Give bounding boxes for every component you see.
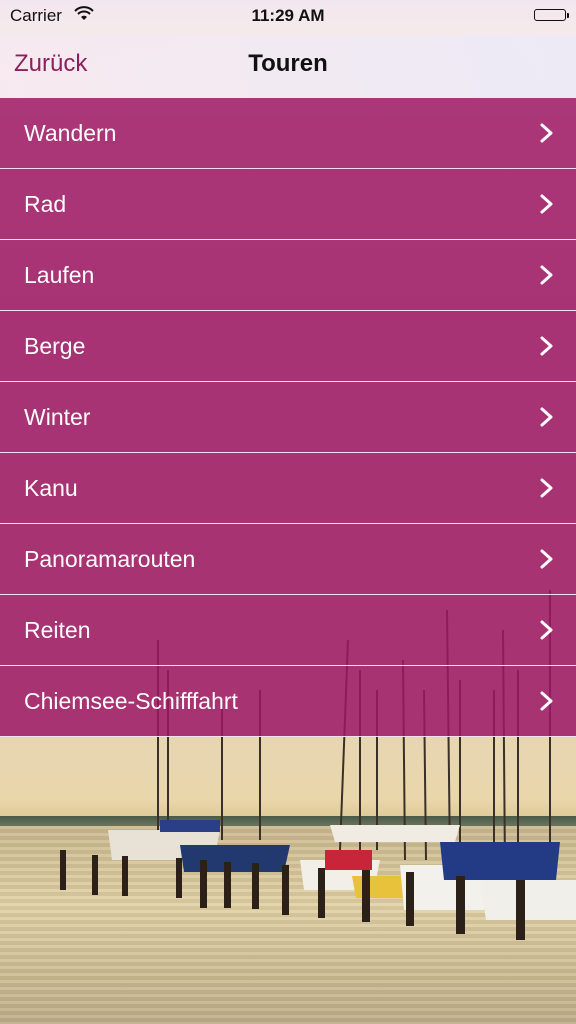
page-title: Touren bbox=[248, 50, 328, 77]
list-item-label: Kanu bbox=[24, 475, 78, 501]
chevron-right-icon bbox=[540, 336, 553, 356]
navigation-bar: Zurück Touren bbox=[0, 36, 576, 98]
list-item-laufen[interactable]: Laufen bbox=[0, 240, 576, 311]
list-item-winter[interactable]: Winter bbox=[0, 382, 576, 453]
list-item-label: Berge bbox=[24, 333, 86, 359]
chevron-right-icon bbox=[540, 123, 553, 143]
chevron-right-icon bbox=[540, 691, 553, 711]
list-item-label: Wandern bbox=[24, 120, 117, 146]
chevron-right-icon bbox=[540, 549, 553, 569]
chevron-right-icon bbox=[540, 265, 553, 285]
list-item-berge[interactable]: Berge bbox=[0, 311, 576, 382]
list-item-label: Winter bbox=[24, 404, 91, 430]
list-item-panoramarouten[interactable]: Panoramarouten bbox=[0, 524, 576, 595]
list-item-label: Reiten bbox=[24, 617, 91, 643]
list-item-rad[interactable]: Rad bbox=[0, 169, 576, 240]
list-item-label: Laufen bbox=[24, 262, 95, 288]
battery-icon bbox=[534, 9, 569, 21]
status-time: 11:29 AM bbox=[251, 6, 325, 25]
list-item-wandern[interactable]: Wandern bbox=[0, 98, 576, 169]
chevron-right-icon bbox=[540, 620, 553, 640]
chevron-right-icon bbox=[540, 194, 553, 214]
chevron-right-icon bbox=[540, 407, 553, 427]
chevron-right-icon bbox=[540, 478, 553, 498]
list-item-label: Chiemsee-Schifffahrt bbox=[24, 688, 238, 714]
list-item-chiemsee-schifffahrt[interactable]: Chiemsee-Schifffahrt bbox=[0, 666, 576, 737]
list-item-label: Panoramarouten bbox=[24, 546, 196, 572]
list-item-reiten[interactable]: Reiten bbox=[0, 595, 576, 666]
list-item-kanu[interactable]: Kanu bbox=[0, 453, 576, 524]
tour-category-list: Wandern Rad Laufen Berge Winter Kanu Pan… bbox=[0, 98, 576, 737]
status-bar: Carrier 11:29 AM bbox=[0, 0, 576, 36]
list-item-label: Rad bbox=[24, 191, 67, 217]
